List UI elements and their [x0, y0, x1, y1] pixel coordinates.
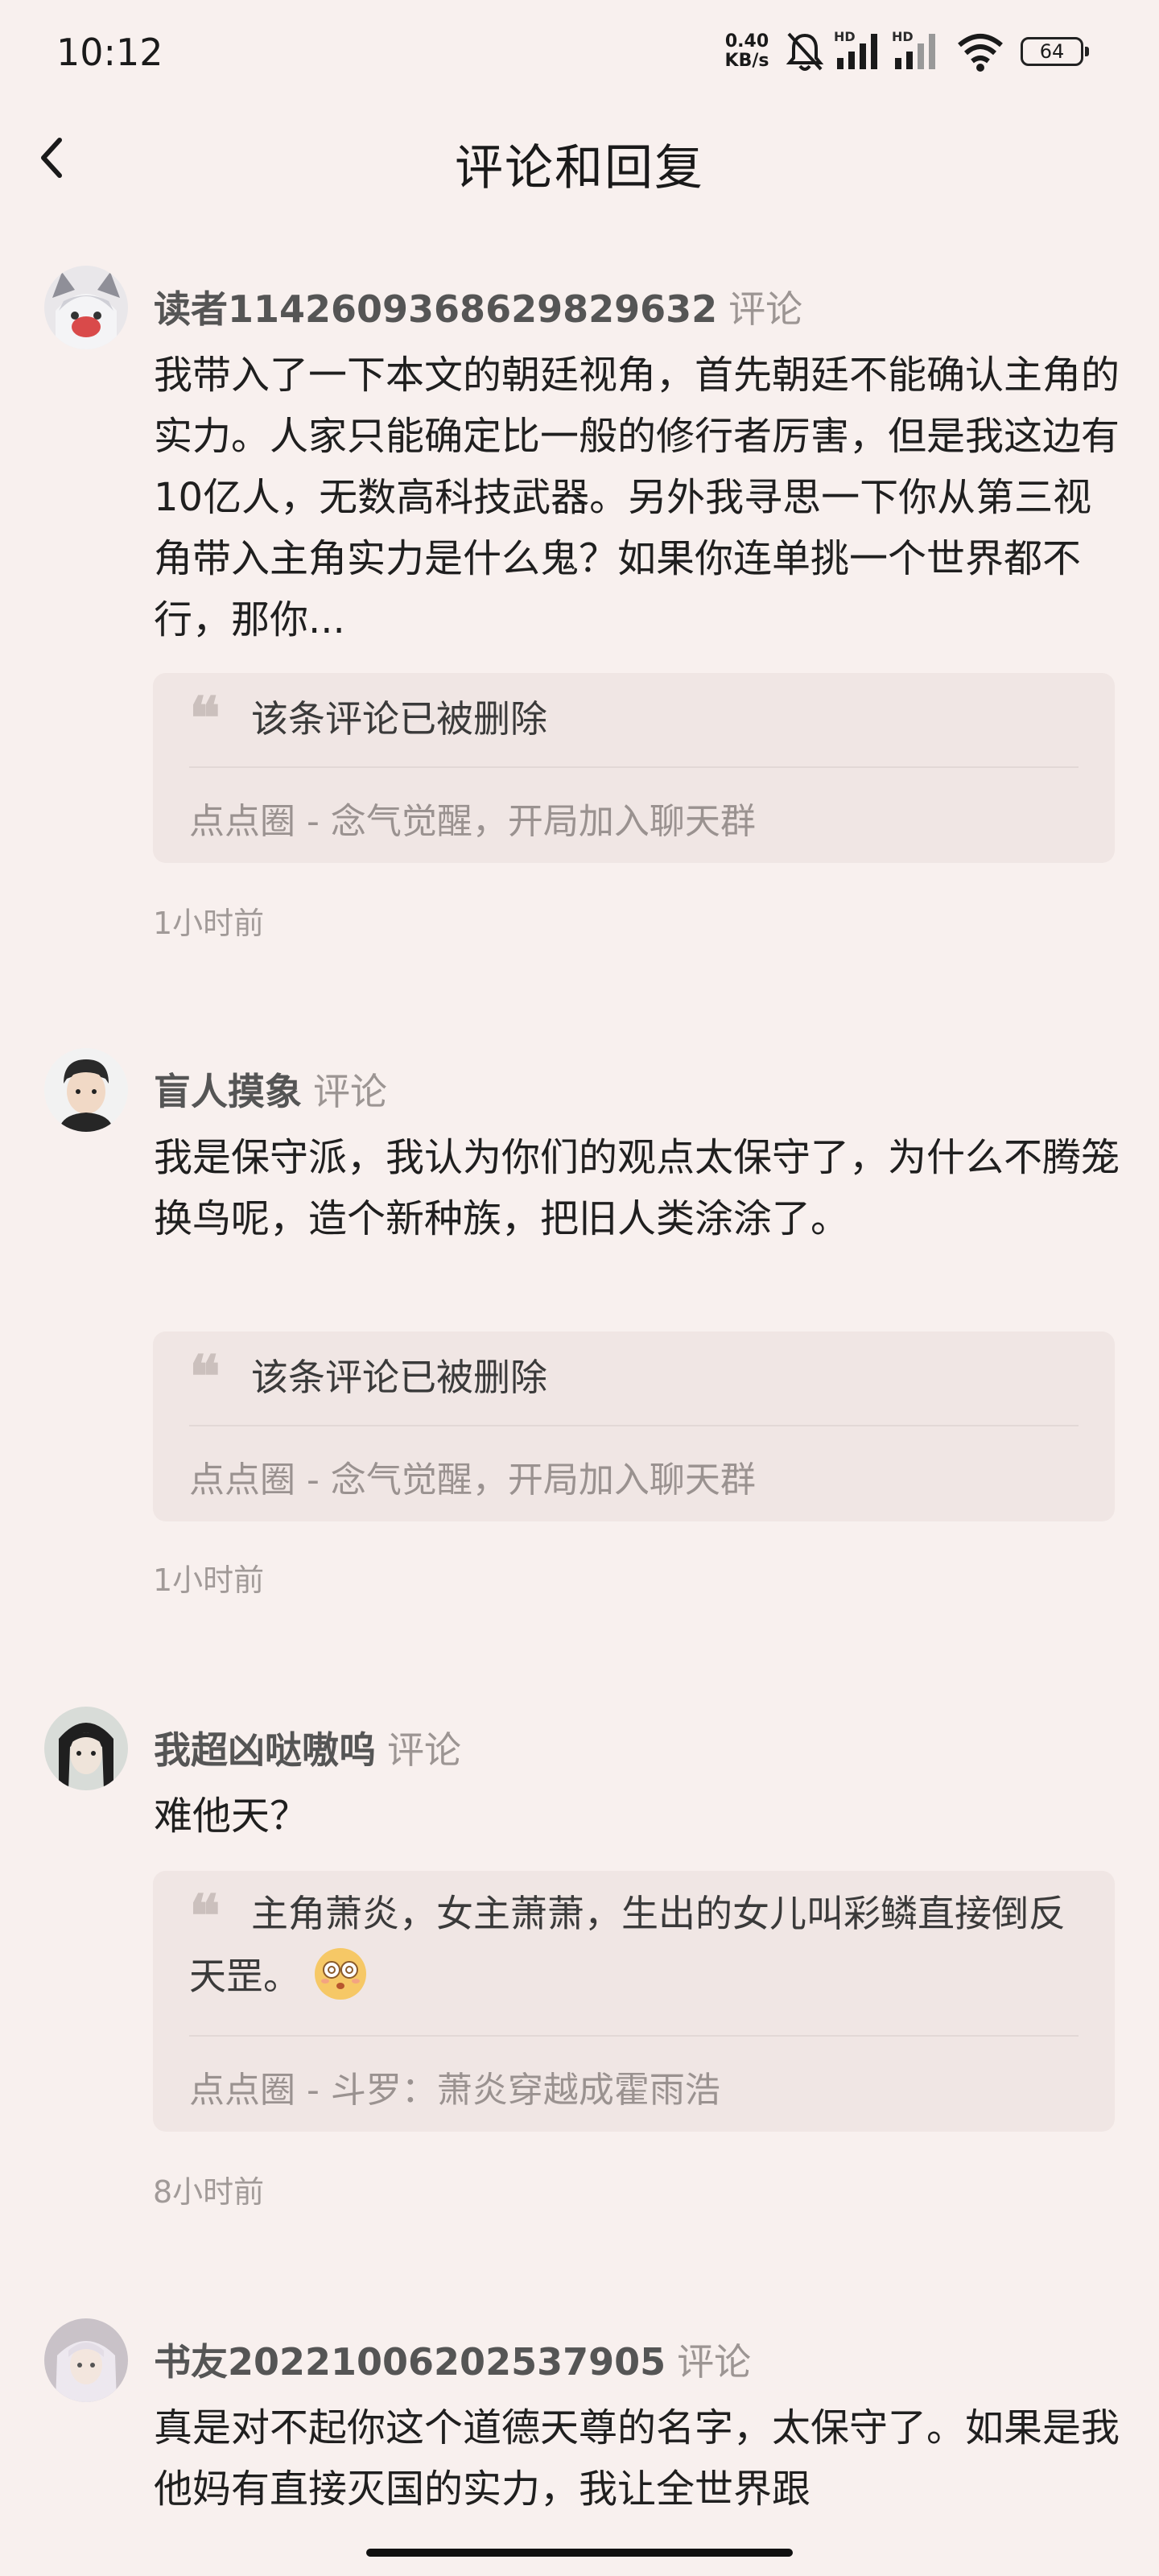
timestamp: 8小时前 [153, 2174, 265, 2210]
comment-type-label: 评论 [387, 1728, 461, 1772]
avatar[interactable] [44, 1707, 128, 1790]
mute-bell-icon [786, 32, 824, 71]
username[interactable]: 盲人摸象 [154, 1070, 302, 1113]
network-speed-unit: KB/s [724, 51, 769, 71]
quote-card[interactable]: ❝ 该条评论已被删除 点点圈 - 念气觉醒，开局加入聊天群 [153, 1331, 1115, 1521]
comment-type-label: 评论 [677, 2340, 752, 2384]
quote-text: 该条评论已被删除 [251, 697, 547, 741]
divider [189, 2035, 1079, 2037]
avatar[interactable] [44, 2318, 128, 2402]
quote-source[interactable]: 点点圈 - 念气觉醒，开局加入聊天群 [189, 792, 756, 844]
status-bar: 10:12 0.40 KB/s HD HD 64 [0, 0, 1159, 105]
signal-2-icon: HD [892, 29, 943, 72]
timestamp: 1小时前 [153, 1563, 265, 1598]
header: 评论和回复 [0, 105, 1159, 209]
signal-1-icon: HD [834, 29, 885, 72]
quote-text: 该条评论已被删除 [251, 1356, 547, 1399]
quote-card[interactable]: ❝ 主角萧炎，女主萧萧，生出的女儿叫彩鳞直接倒反天罡。 点点圈 - 斗罗：萧炎穿… [153, 1871, 1115, 2132]
wifi-icon [958, 34, 1003, 72]
comment-header: 盲人摸象 评论 [154, 1063, 387, 1116]
quote-text: 主角萧炎，女主萧萧，生出的女儿叫彩鳞直接倒反天罡。 [189, 1882, 1079, 2008]
comment-text[interactable]: 我带入了一下本文的朝廷视角，首先朝廷不能确认主角的实力。人家只能确定比一般的修行… [154, 345, 1120, 650]
comment-item[interactable]: 盲人摸象 评论 我是保守派，我认为你们的观点太保守了，为什么不腾笼换鸟呢，造个新种… [0, 1048, 1159, 1628]
avatar[interactable] [44, 1048, 128, 1132]
username[interactable]: 读者1142609368629829632 [154, 287, 717, 331]
quote-card[interactable]: ❝ 该条评论已被删除 点点圈 - 念气觉醒，开局加入聊天群 [153, 673, 1115, 863]
network-speed: 0.40 KB/s [719, 32, 775, 71]
comment-header: 书友20221006202537905 评论 [154, 2333, 751, 2386]
screen: 10:12 0.40 KB/s HD HD 64 评论和回复 读者1142609… [0, 0, 1159, 2576]
comment-item[interactable]: 书友20221006202537905 评论 真是对不起你这个道德天尊的名字，太保… [0, 2318, 1159, 2576]
status-time: 10:12 [56, 31, 163, 74]
network-speed-value: 0.40 [724, 31, 769, 52]
comment-text[interactable]: 难他天？ [154, 1785, 1120, 1847]
comment-header: 读者1142609368629829632 评论 [154, 280, 802, 333]
comment-type-label: 评论 [728, 287, 803, 331]
quote-icon: ❝ [189, 683, 221, 752]
divider [189, 766, 1079, 768]
comment-text[interactable]: 我是保守派，我认为你们的观点太保守了，为什么不腾笼换鸟呢，造个新种族，把旧人类涂… [154, 1127, 1120, 1249]
page-title: 评论和回复 [455, 140, 704, 196]
timestamp: 1小时前 [153, 906, 265, 941]
avatar[interactable] [44, 266, 128, 349]
battery-icon: 64 [1021, 37, 1089, 66]
divider [189, 1425, 1079, 1426]
username[interactable]: 书友20221006202537905 [154, 2340, 666, 2384]
comment-item[interactable]: 读者1142609368629829632 评论 我带入了一下本文的朝廷视角，首先… [0, 266, 1159, 966]
quote-source[interactable]: 点点圈 - 念气觉醒，开局加入聊天群 [189, 1451, 756, 1502]
comment-text[interactable]: 真是对不起你这个道德天尊的名字，太保守了。如果是我他妈有直接灭国的实力，我让全世… [154, 2397, 1120, 2520]
comment-type-label: 评论 [313, 1070, 387, 1113]
home-indicator[interactable] [366, 2549, 793, 2557]
comment-header: 我超凶哒嗷呜 评论 [154, 1721, 461, 1774]
username[interactable]: 我超凶哒嗷呜 [154, 1728, 376, 1772]
quote-icon: ❝ [189, 1342, 221, 1410]
dizzy-face-emoji-icon [314, 1948, 366, 2000]
quote-source[interactable]: 点点圈 - 斗罗：萧炎穿越成霍雨浩 [189, 2061, 720, 2112]
comment-item[interactable]: 我超凶哒嗷呜 评论 难他天？ ❝ 主角萧炎，女主萧萧，生出的女儿叫彩鳞直接倒反天罡… [0, 1707, 1159, 2210]
